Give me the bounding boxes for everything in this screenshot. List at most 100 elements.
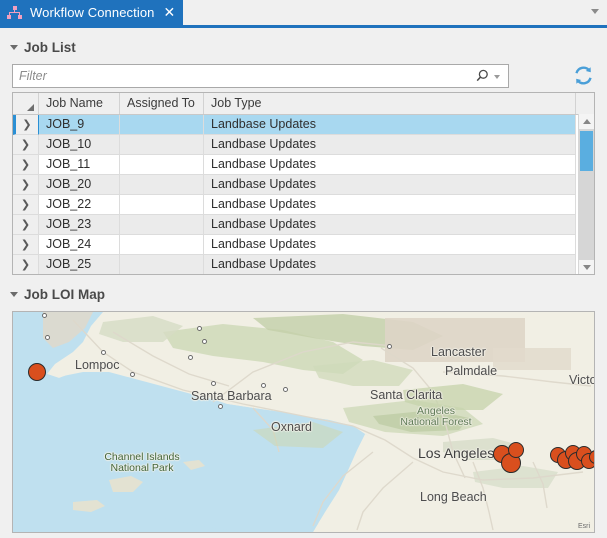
table-row[interactable]: ❯JOB_23 Landbase Updates (13, 215, 594, 235)
triangle-down-icon[interactable] (579, 260, 594, 275)
cell-assigned-to (120, 255, 204, 275)
city-label: Santa Clarita (370, 388, 442, 402)
chevron-down-icon[interactable] (10, 43, 19, 52)
city-marker-icon (101, 350, 106, 355)
cell-job-type: Landbase Updates (204, 195, 576, 215)
city-marker-icon (261, 383, 266, 388)
city-label: Santa Barbara (191, 389, 272, 403)
map-canvas[interactable]: AngelesNational Forest Channel IslandsNat… (13, 312, 594, 532)
row-expand-icon[interactable]: ❯ (13, 255, 39, 275)
triangle-up-icon[interactable] (579, 114, 594, 129)
cell-assigned-to (120, 235, 204, 255)
filter-row (12, 64, 595, 88)
search-input[interactable] (13, 66, 474, 86)
cell-job-name: JOB_9 (39, 115, 120, 135)
workflow-connection-panel: Workflow Connection ✕ Job List (0, 0, 607, 538)
job-loi-map-title: Job LOI Map (24, 287, 105, 302)
loi-marker[interactable] (28, 363, 46, 381)
row-expand-icon[interactable]: ❯ (13, 175, 39, 195)
map-area-label-line2: National Forest (400, 417, 471, 428)
column-header-job-type[interactable]: Job Type (204, 93, 576, 114)
cell-job-type: Landbase Updates (204, 175, 576, 195)
cell-assigned-to (120, 135, 204, 155)
row-expand-icon[interactable]: ❯ (13, 135, 39, 155)
table-row[interactable]: ❯JOB_10 Landbase Updates (13, 135, 594, 155)
job-loi-map-section-header[interactable]: Job LOI Map (0, 287, 105, 302)
table-row[interactable]: ❯JOB_22 Landbase Updates (13, 195, 594, 215)
city-label: Long Beach (420, 490, 487, 504)
cell-assigned-to (120, 195, 204, 215)
table-row[interactable]: ❯JOB_24 Landbase Updates (13, 235, 594, 255)
filter-box[interactable] (12, 64, 509, 88)
row-expand-icon[interactable]: ❯ (13, 155, 39, 175)
cell-assigned-to (120, 155, 204, 175)
hierarchy-icon (7, 6, 23, 20)
cell-job-name: JOB_11 (39, 155, 120, 175)
row-expand-icon[interactable]: ❯ (13, 115, 39, 135)
city-marker-icon (387, 344, 392, 349)
cell-job-name: JOB_24 (39, 235, 120, 255)
city-label: Lancaster (431, 345, 486, 359)
scrollbar-track[interactable] (579, 129, 594, 260)
city-label: Victorv (569, 373, 594, 387)
cell-job-type: Landbase Updates (204, 135, 576, 155)
city-marker-icon (130, 372, 135, 377)
close-icon[interactable]: ✕ (164, 6, 176, 20)
scrollbar-thumb[interactable] (580, 131, 593, 171)
tab-bar: Workflow Connection ✕ (0, 0, 607, 25)
city-marker-icon (283, 387, 288, 392)
table-row[interactable]: ❯JOB_9 Landbase Updates (13, 115, 594, 135)
city-label: Los Angeles (418, 445, 494, 461)
map-area-label: AngelesNational Forest (400, 406, 471, 428)
cell-job-type: Landbase Updates (204, 115, 576, 135)
select-all-corner[interactable] (13, 93, 39, 114)
cell-job-type: Landbase Updates (204, 155, 576, 175)
job-list-grid[interactable]: Job Name Assigned To Job Type ❯JOB_9Land… (12, 92, 595, 275)
city-marker-icon (42, 313, 47, 318)
job-list-title: Job List (24, 40, 76, 55)
grid-header-row: Job Name Assigned To Job Type (13, 93, 594, 115)
city-marker-icon (202, 339, 207, 344)
map-area-label: Channel IslandsNational Park (104, 452, 179, 474)
column-header-job-name[interactable]: Job Name (39, 93, 120, 114)
cell-job-type: Landbase Updates (204, 215, 576, 235)
row-expand-icon[interactable]: ❯ (13, 215, 39, 235)
row-expand-icon[interactable]: ❯ (13, 195, 39, 215)
cell-job-name: JOB_25 (39, 255, 120, 275)
cell-assigned-to (120, 215, 204, 235)
refresh-icon[interactable] (572, 64, 595, 87)
table-row[interactable]: ❯JOB_11 Landbase Updates (13, 155, 594, 175)
city-label: Oxnard (271, 420, 312, 434)
city-marker-icon (211, 381, 216, 386)
row-expand-icon[interactable]: ❯ (13, 235, 39, 255)
city-label: Lompoc (75, 358, 119, 372)
job-list-section-header[interactable]: Job List (0, 40, 76, 55)
city-label: Palmdale (445, 364, 497, 378)
job-loi-map[interactable]: AngelesNational Forest Channel IslandsNat… (12, 311, 595, 533)
city-marker-icon (188, 355, 193, 360)
cell-job-name: JOB_22 (39, 195, 120, 215)
loi-marker[interactable] (508, 442, 524, 458)
cell-assigned-to (120, 115, 204, 135)
cell-job-type: Landbase Updates (204, 235, 576, 255)
cell-assigned-to (120, 175, 204, 195)
panel-body: Job List (0, 28, 607, 538)
cell-job-name: JOB_23 (39, 215, 120, 235)
city-marker-icon (45, 335, 50, 340)
column-header-assigned-to[interactable]: Assigned To (120, 93, 204, 114)
tab-workflow-connection[interactable]: Workflow Connection ✕ (0, 0, 183, 25)
chevron-down-icon[interactable] (492, 68, 504, 84)
city-marker-icon (197, 326, 202, 331)
cell-job-name: JOB_10 (39, 135, 120, 155)
tab-title: Workflow Connection (30, 5, 155, 20)
table-row[interactable]: ❯JOB_20 Landbase Updates (13, 175, 594, 195)
table-row[interactable]: ❯JOB_25Landbase Updates (13, 255, 594, 275)
chevron-down-icon[interactable] (10, 290, 19, 299)
map-attribution: Esri (578, 523, 590, 530)
cell-job-name: JOB_20 (39, 175, 120, 195)
city-marker-icon (218, 404, 223, 409)
search-icon[interactable] (474, 68, 490, 84)
chevron-down-icon[interactable] (591, 9, 600, 15)
grid-body: ❯JOB_9Landbase Updates❯JOB_10Landbase Up… (13, 115, 594, 275)
grid-vertical-scrollbar[interactable] (578, 114, 594, 275)
